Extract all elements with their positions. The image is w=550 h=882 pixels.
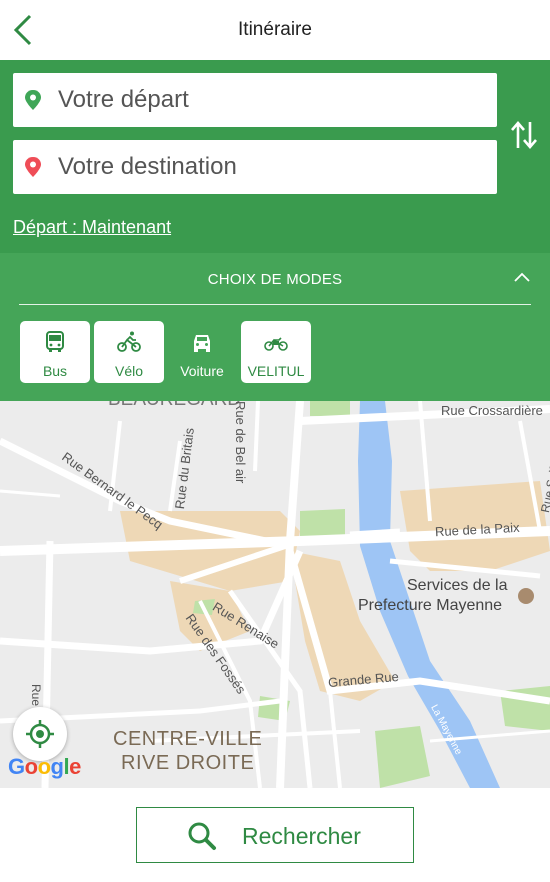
modes-section: CHOIX DE MODES Bus Vélo Voiture VELITUL [0, 253, 550, 401]
mode-voiture-toggle[interactable]: Voiture [167, 321, 237, 383]
header-bar: Itinéraire [0, 0, 550, 60]
destination-placeholder: Votre destination [58, 153, 237, 180]
map-label-quarter-top: BEAUREGARD [108, 401, 241, 411]
mode-voiture-label: Voiture [180, 363, 224, 379]
search-button-label: Rechercher [242, 823, 361, 849]
chevron-up-icon[interactable] [512, 269, 532, 285]
bottom-bar: Rechercher [0, 788, 550, 882]
map-label-rue-left: Rue [29, 684, 43, 707]
start-placeholder: Votre départ [58, 86, 189, 113]
museum-poi-icon[interactable] [518, 588, 534, 604]
mode-velitul-label: VELITUL [247, 363, 305, 379]
mode-bus-toggle[interactable]: Bus [20, 321, 90, 383]
modes-divider [19, 304, 531, 305]
swap-vertical-icon [511, 121, 537, 149]
start-pin-icon [25, 90, 41, 110]
swap-button[interactable] [508, 118, 540, 152]
google-logo: Google [8, 754, 81, 779]
map-view[interactable]: BEAUREGARD Rue de Bel air Rue Crossardiè… [0, 401, 550, 788]
car-icon [194, 335, 210, 352]
map-label-rue-crossardiere: Rue Crossardière [441, 403, 543, 418]
page-title: Itinéraire [238, 19, 312, 40]
modes-title: CHOIX DE MODES [207, 271, 343, 288]
search-button[interactable]: Rechercher [136, 807, 414, 863]
crosshair-icon [26, 720, 54, 748]
map-label-centre-1: CENTRE-VILLE [113, 728, 263, 750]
locate-me-button[interactable] [13, 707, 67, 761]
depart-time-link[interactable]: Départ : Maintenant [13, 217, 171, 238]
start-field[interactable]: Votre départ [13, 73, 497, 127]
mode-bus-label: Bus [42, 363, 68, 379]
mode-velitul-toggle[interactable]: VELITUL [241, 321, 311, 383]
search-panel: Votre départ Votre destination Départ : … [0, 60, 550, 253]
map-label-services-1: Services de la [407, 577, 508, 594]
bicycle-icon [117, 331, 141, 352]
bus-icon [46, 331, 64, 352]
map-label-rue-bel-air: Rue de Bel air [233, 401, 248, 484]
ebike-icon [264, 337, 288, 351]
map-label-centre-2: RIVE DROITE [121, 752, 255, 774]
mode-velo-label: Vélo [114, 363, 144, 379]
map-label-services-2: Prefecture Mayenne [358, 597, 503, 614]
destination-field[interactable]: Votre destination [13, 140, 497, 194]
destination-pin-icon [25, 157, 41, 177]
magnifier-icon [188, 822, 216, 850]
mode-velo-toggle[interactable]: Vélo [94, 321, 164, 383]
